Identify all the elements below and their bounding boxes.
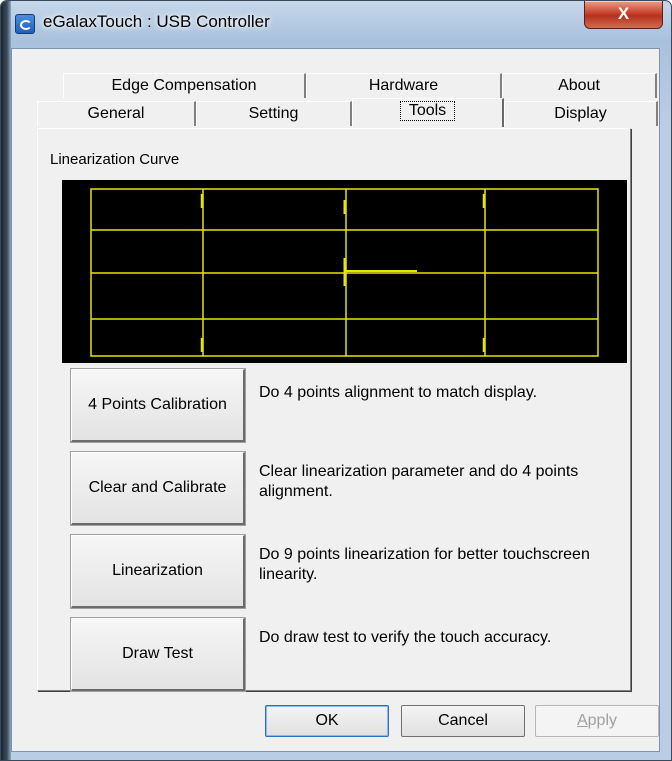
title-bar[interactable]: eGalaxTouch : USB Controller X xyxy=(1,1,671,47)
linearization-button[interactable]: Linearization xyxy=(71,535,245,608)
ok-button[interactable]: OK xyxy=(265,705,389,737)
four-points-calibration-description: Do 4 points alignment to match display. xyxy=(259,384,538,401)
draw-test-description: Do draw test to verify the touch accurac… xyxy=(259,629,552,646)
tab-about[interactable]: About xyxy=(502,73,657,98)
linearization-curve-graph xyxy=(90,188,599,357)
apply-label-rest: pply xyxy=(587,712,618,729)
egalax-app-icon xyxy=(15,14,35,34)
draw-test-button[interactable]: Draw Test xyxy=(71,618,245,691)
tab-label: General xyxy=(87,105,145,122)
four-points-calibration-button[interactable]: 4 Points Calibration xyxy=(71,369,245,442)
linearization-curve-label: Linearization Curve xyxy=(50,151,180,168)
tab-label: Display xyxy=(554,105,607,122)
close-button[interactable]: X xyxy=(584,1,663,29)
tab-setting[interactable]: Setting xyxy=(196,101,352,126)
clear-and-calibrate-description: Clear linearization parameter and do 4 p… xyxy=(259,463,579,500)
tab-label: Tools xyxy=(399,101,456,121)
dialog-client-area: Edge Compensation Hardware About General… xyxy=(11,48,660,752)
tab-label: Setting xyxy=(248,105,299,122)
tab-edge-compensation[interactable]: Edge Compensation xyxy=(63,73,306,98)
tab-label: Edge Compensation xyxy=(111,77,257,94)
cancel-button[interactable]: Cancel xyxy=(401,705,525,737)
clear-and-calibrate-button[interactable]: Clear and Calibrate xyxy=(71,452,245,525)
close-icon: X xyxy=(617,4,630,23)
linearization-description: Do 9 points linearization for better tou… xyxy=(259,546,590,583)
apply-button[interactable]: Apply xyxy=(535,705,659,737)
tab-display[interactable]: Display xyxy=(504,101,658,126)
window-title: eGalaxTouch : USB Controller xyxy=(43,12,270,31)
linearization-curve-canvas xyxy=(62,180,627,363)
tab-tools[interactable]: Tools xyxy=(352,98,504,127)
tab-label: About xyxy=(558,77,600,94)
tab-general[interactable]: General xyxy=(37,101,196,126)
apply-accelerator: A xyxy=(576,712,588,729)
tab-label: Hardware xyxy=(368,77,439,94)
tab-hardware[interactable]: Hardware xyxy=(306,73,502,98)
dialog-window: eGalaxTouch : USB Controller X Edge Comp… xyxy=(0,0,672,761)
